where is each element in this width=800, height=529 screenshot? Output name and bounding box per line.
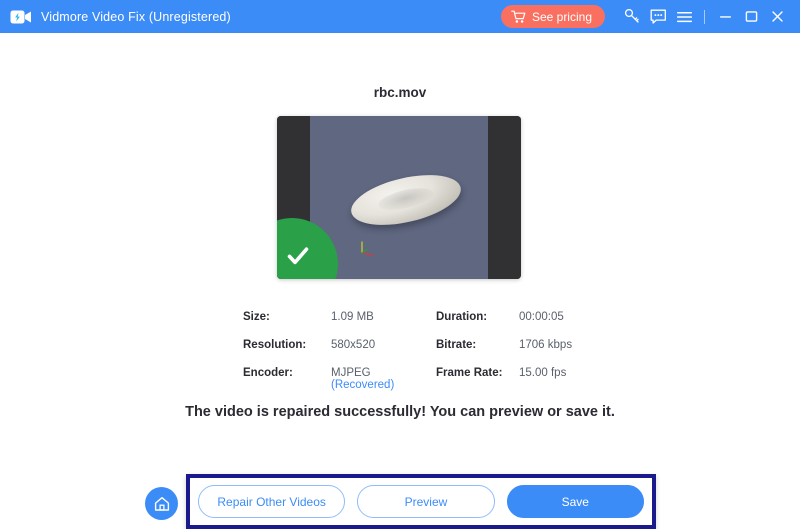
repair-other-videos-button[interactable]: Repair Other Videos xyxy=(198,485,345,518)
key-icon[interactable] xyxy=(619,4,645,30)
app-title: Vidmore Video Fix (Unregistered) xyxy=(41,10,231,24)
minimize-icon[interactable] xyxy=(712,4,738,30)
app-logo-icon xyxy=(10,8,32,26)
meta-value-encoder-codec: MJPEG xyxy=(331,367,371,379)
main-content: rbc.mov Si xyxy=(0,33,800,519)
axis-gizmo-icon xyxy=(358,237,378,257)
meta-value-size: 1.09 MB xyxy=(331,311,436,323)
video-thumbnail[interactable] xyxy=(277,116,521,279)
hamburger-menu-icon[interactable] xyxy=(671,4,697,30)
check-icon xyxy=(286,244,310,268)
see-pricing-button[interactable]: See pricing xyxy=(501,5,605,28)
feedback-chat-icon[interactable] xyxy=(645,4,671,30)
letterbox-right xyxy=(488,116,521,279)
video-metadata-grid: Size: 1.09 MB Duration: 00:00:05 Resolut… xyxy=(243,311,573,391)
home-button[interactable] xyxy=(145,487,178,520)
shopping-cart-icon xyxy=(511,10,526,24)
success-check-badge xyxy=(277,217,339,279)
meta-label-resolution: Resolution: xyxy=(243,339,331,351)
meta-value-encoder: MJPEG (Recovered) xyxy=(331,367,436,391)
meta-value-encoder-recovered-tag: (Recovered) xyxy=(331,379,394,391)
meta-value-resolution: 580x520 xyxy=(331,339,436,351)
video-filename: rbc.mov xyxy=(0,85,800,100)
meta-value-bitrate: 1706 kbps xyxy=(519,339,573,351)
red-blood-cell-model xyxy=(346,166,465,234)
title-bar: Vidmore Video Fix (Unregistered) See pri… xyxy=(0,0,800,33)
save-button[interactable]: Save xyxy=(507,485,644,518)
meta-label-frame-rate: Frame Rate: xyxy=(436,367,519,391)
meta-label-encoder: Encoder: xyxy=(243,367,331,391)
see-pricing-label: See pricing xyxy=(532,10,592,24)
meta-label-size: Size: xyxy=(243,311,331,323)
cell-dimple xyxy=(376,184,435,214)
action-button-row: Repair Other Videos Preview Save xyxy=(190,478,652,525)
meta-value-duration: 00:00:05 xyxy=(519,311,573,323)
success-message: The video is repaired successfully! You … xyxy=(0,404,800,420)
maximize-icon[interactable] xyxy=(738,4,764,30)
meta-value-frame-rate: 15.00 fps xyxy=(519,367,573,391)
meta-label-bitrate: Bitrate: xyxy=(436,339,519,351)
meta-label-duration: Duration: xyxy=(436,311,519,323)
action-row-highlight: Repair Other Videos Preview Save xyxy=(186,474,656,529)
preview-button[interactable]: Preview xyxy=(357,485,494,518)
home-icon xyxy=(153,495,171,513)
close-icon[interactable] xyxy=(764,4,790,30)
titlebar-divider xyxy=(704,10,705,24)
